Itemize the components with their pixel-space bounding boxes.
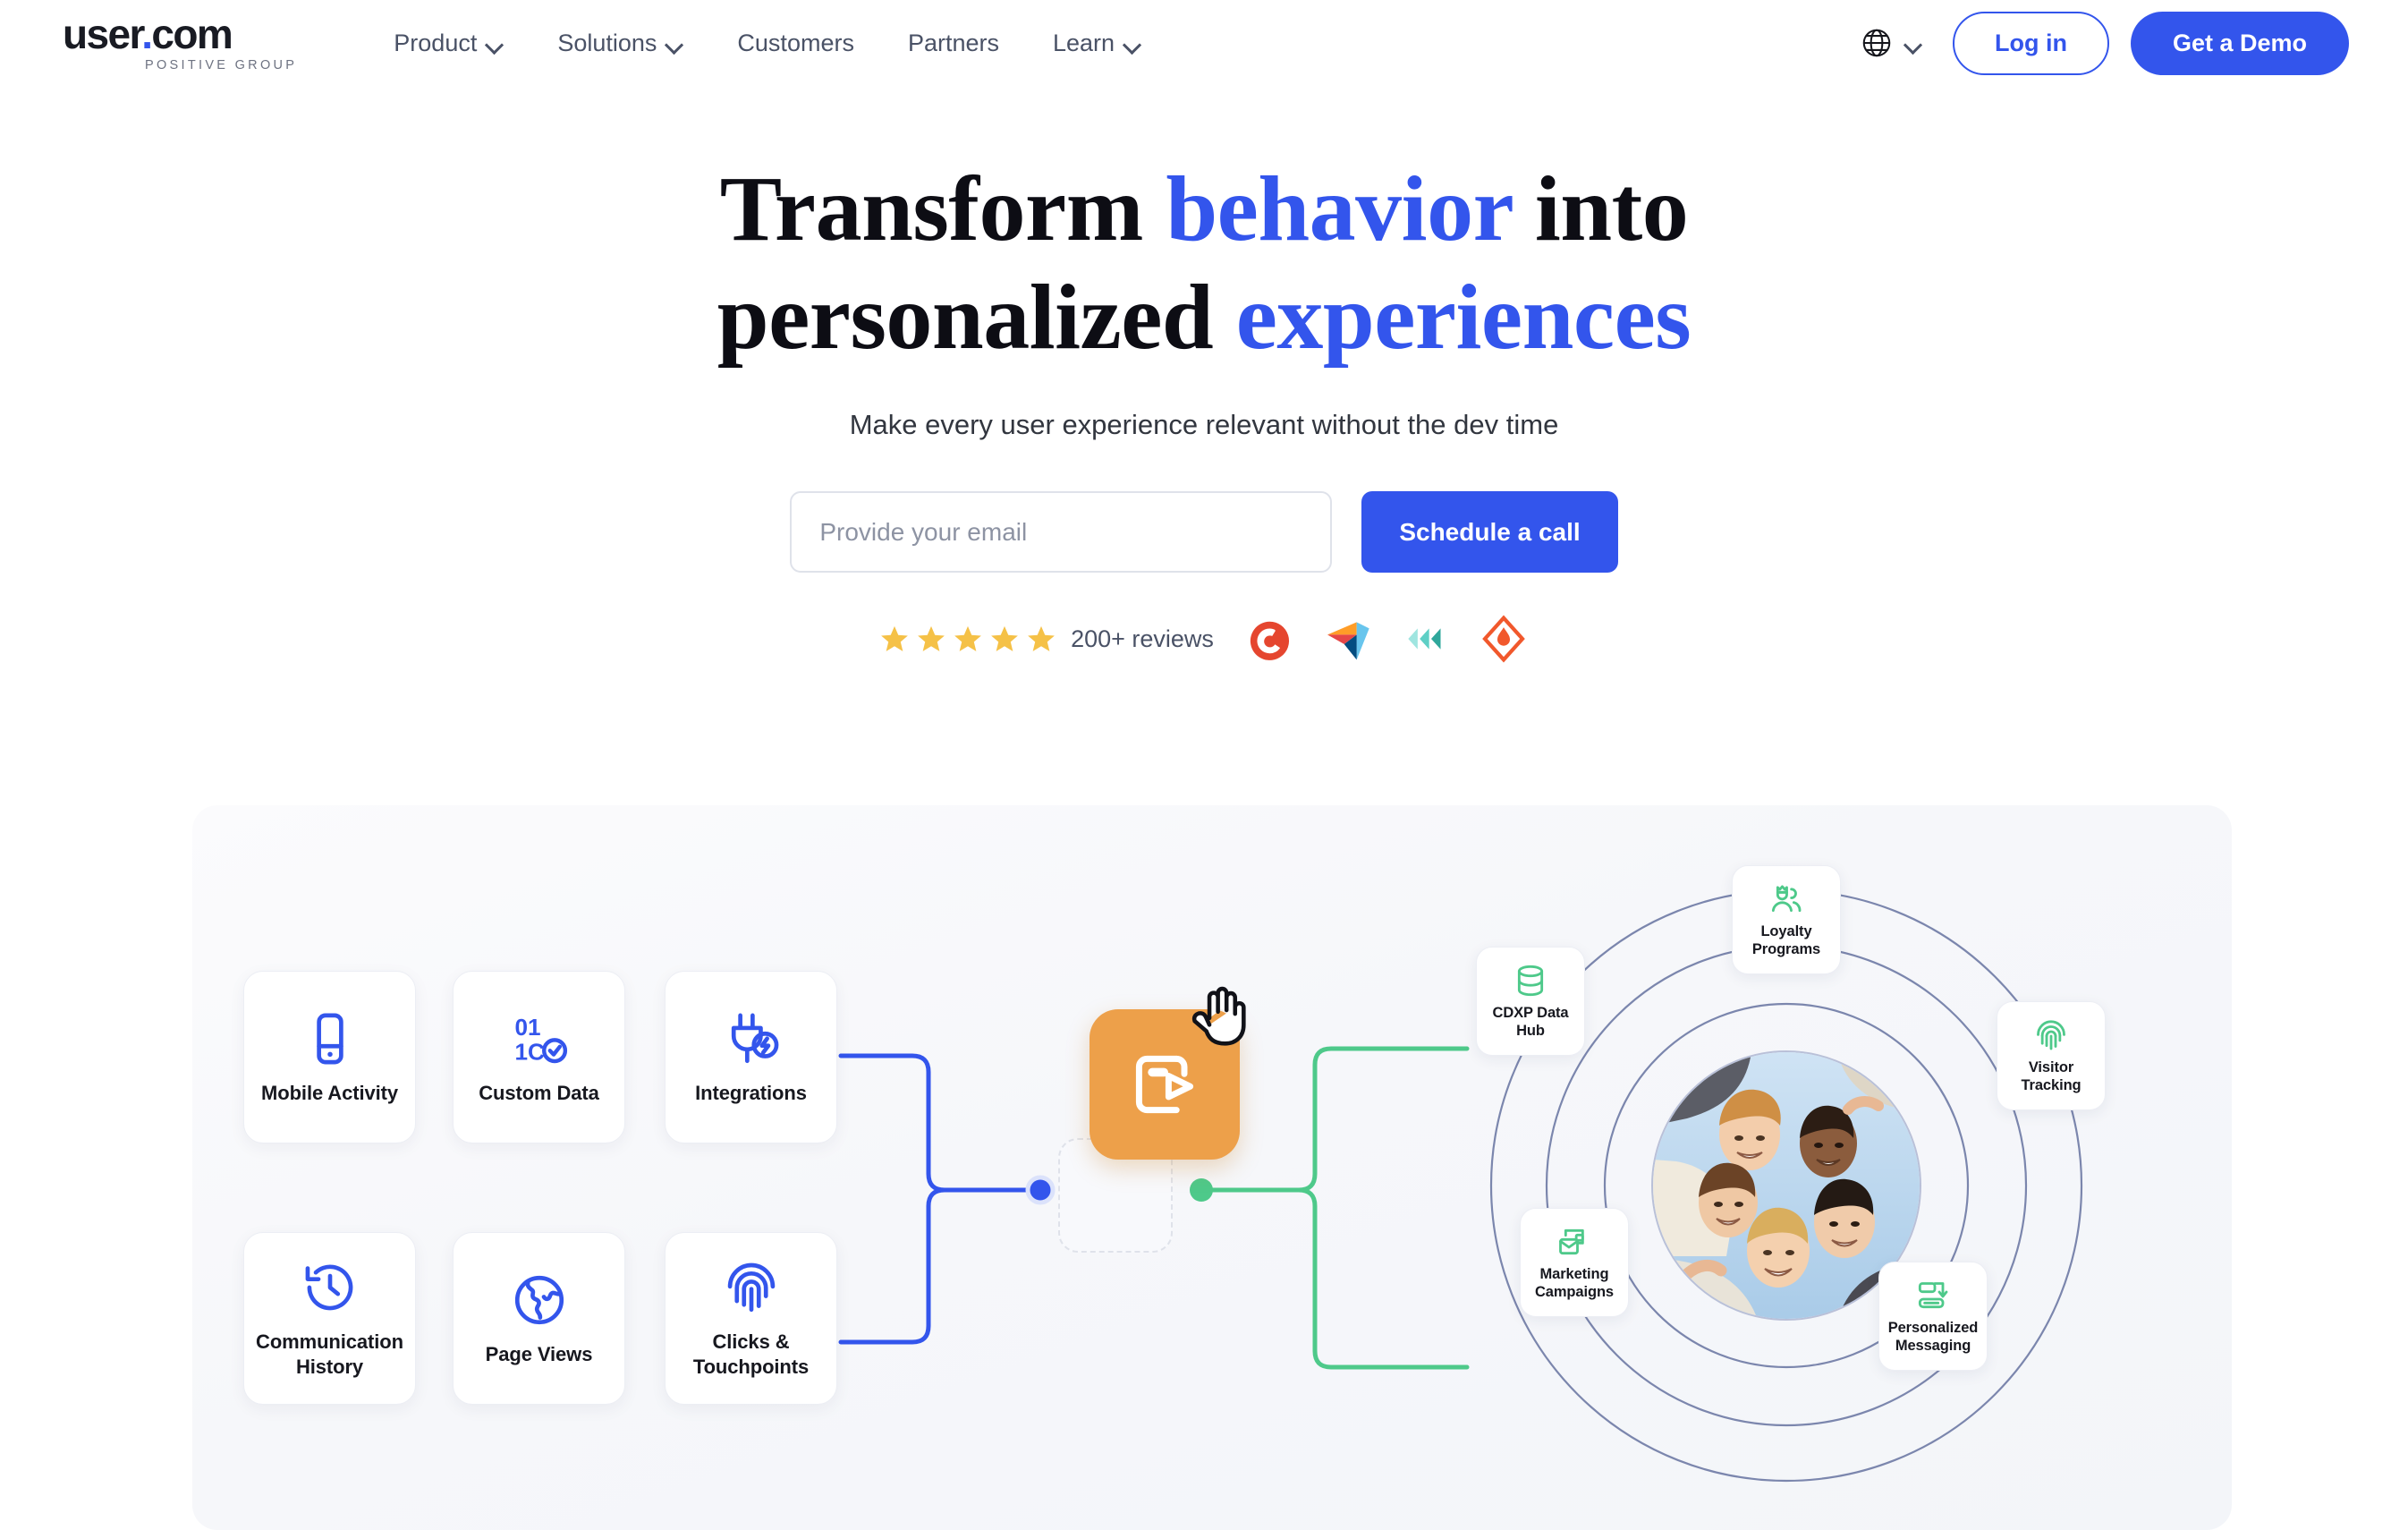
plug-bolt-icon xyxy=(731,1013,778,1064)
source-card-communication-history[interactable]: Communication History xyxy=(243,1232,416,1405)
connector-blue-bottom xyxy=(838,1187,947,1345)
connector-blue-dot xyxy=(1025,1175,1056,1205)
site-header: user.com POSITIVE GROUP Product Solution… xyxy=(0,0,2408,86)
nav-item-customers[interactable]: Customers xyxy=(710,30,881,57)
hero-subheadline: Make every user experience relevant with… xyxy=(849,409,1559,441)
logo-tagline: POSITIVE GROUP xyxy=(145,58,298,72)
fingerprint-icon xyxy=(2037,1020,2065,1050)
message-arrow-icon xyxy=(1918,1281,1948,1308)
email-input[interactable] xyxy=(790,491,1333,574)
star-icon xyxy=(881,626,908,652)
capterra-logo xyxy=(1327,622,1369,660)
orbit-card-cdxp-data-hub[interactable]: CDXP Data Hub xyxy=(1476,947,1585,1056)
nav-label: Solutions xyxy=(557,29,657,56)
globe-grid-icon xyxy=(514,1275,564,1325)
nav-item-partners[interactable]: Partners xyxy=(881,30,1026,57)
orbit-card-label: Visitor Tracking xyxy=(2021,1058,2082,1093)
getapp-logo xyxy=(1408,628,1441,650)
star-icon xyxy=(918,626,945,652)
logo-wordmark: user.com xyxy=(63,11,233,57)
orbit-card-loyalty-programs[interactable]: Loyalty Programs xyxy=(1732,865,1841,974)
site-logo[interactable]: user.com POSITIVE GROUP xyxy=(63,13,297,72)
binary-check-icon: 01 1C xyxy=(514,1014,567,1065)
reviews-count-label: 200+ reviews xyxy=(1071,625,1214,652)
svg-text:1C: 1C xyxy=(514,1038,545,1065)
pointer-hand-cursor xyxy=(1191,986,1246,1046)
page-title: Transform behavior into personalized exp… xyxy=(0,156,2408,371)
connector-green-dot xyxy=(1190,1178,1213,1202)
get-demo-button[interactable]: Get a Demo xyxy=(2130,11,2349,75)
headline-text: into xyxy=(1512,157,1689,260)
svg-text:01: 01 xyxy=(514,1014,540,1041)
orbit-card-visitor-tracking[interactable]: Visitor Tracking xyxy=(1997,1001,2106,1110)
source-card-page-views[interactable]: Page Views xyxy=(453,1232,625,1405)
envelope-cards-icon xyxy=(1559,1228,1584,1254)
logo-dot: . xyxy=(141,11,153,57)
chevron-down-icon xyxy=(1124,38,1141,48)
source-card-label: Page Views xyxy=(485,1342,593,1365)
review-platform-logos xyxy=(1242,614,1529,664)
database-icon xyxy=(1517,965,1544,996)
connector-blue-top xyxy=(838,1053,1040,1193)
schedule-call-button[interactable]: Schedule a call xyxy=(1361,491,1618,574)
connector-green-top xyxy=(1200,1046,1470,1193)
nav-label: Customers xyxy=(737,29,854,56)
orbit-card-label: Marketing Campaigns xyxy=(1534,1265,1615,1300)
loyalty-users-crown-icon xyxy=(1771,885,1802,912)
star-icon xyxy=(991,626,1018,652)
mobile-phone-icon xyxy=(316,1013,343,1065)
connector-green-bottom xyxy=(1200,1187,1470,1370)
source-card-custom-data[interactable]: 01 1C Custom Data xyxy=(453,971,625,1143)
chevron-down-icon xyxy=(666,38,683,48)
data-export-icon xyxy=(1135,1055,1194,1114)
source-card-clicks-touchpoints[interactable]: Clicks & Touchpoints xyxy=(665,1232,837,1405)
source-card-label: Custom Data xyxy=(479,1081,599,1104)
orbit-card-label: CDXP Data Hub xyxy=(1492,1004,1569,1039)
hero-signup-form: Schedule a call xyxy=(0,491,2408,574)
clock-history-icon xyxy=(305,1265,352,1311)
nav-label: Product xyxy=(394,29,478,56)
nav-item-learn[interactable]: Learn xyxy=(1026,30,1168,57)
logo-text-com: com xyxy=(151,11,233,57)
hero-section: Transform behavior into personalized exp… xyxy=(0,86,2408,664)
source-card-integrations[interactable]: Integrations xyxy=(665,971,837,1143)
main-navigation: Product Solutions Customers Partners Lea… xyxy=(367,30,1168,57)
fingerprint-icon xyxy=(727,1263,775,1313)
headline-text: Transform xyxy=(719,157,1166,260)
header-actions: Log in Get a Demo xyxy=(1860,11,2349,75)
source-card-label: Integrations xyxy=(695,1081,807,1104)
source-card-label: Communication History xyxy=(256,1330,403,1378)
source-card-label: Mobile Activity xyxy=(261,1081,398,1104)
nav-label: Learn xyxy=(1053,29,1115,56)
headline-line-1: Transform behavior into xyxy=(719,157,1689,260)
star-icon xyxy=(1028,626,1055,652)
nav-label: Partners xyxy=(907,29,999,56)
headline-highlight: experiences xyxy=(1235,265,1692,369)
language-selector[interactable] xyxy=(1860,26,1922,60)
chevron-down-icon xyxy=(1905,38,1922,48)
software-advice-logo xyxy=(1482,615,1525,663)
g2-logo xyxy=(1250,621,1289,661)
globe-icon xyxy=(1862,29,1891,57)
star-icon xyxy=(954,626,981,652)
orbit-card-label: Personalized Messaging xyxy=(1887,1319,1979,1354)
reviews-row: 200+ reviews xyxy=(0,614,2408,664)
star-rating xyxy=(879,624,1056,654)
source-card-mobile-activity[interactable]: Mobile Activity xyxy=(243,971,416,1143)
orbit-card-label: Loyalty Programs xyxy=(1751,922,1821,957)
landing-page: user.com POSITIVE GROUP Product Solution… xyxy=(0,0,2408,1530)
orbit-card-marketing-campaigns[interactable]: Marketing Campaigns xyxy=(1520,1208,1629,1317)
nav-item-solutions[interactable]: Solutions xyxy=(530,30,710,57)
headline-line-2: personalized experiences xyxy=(716,265,1692,369)
source-card-label: Clicks & Touchpoints xyxy=(692,1330,810,1378)
diagram-connectors xyxy=(838,888,2083,1483)
headline-highlight: behavior xyxy=(1166,157,1513,260)
login-button[interactable]: Log in xyxy=(1952,11,2109,75)
logo-text-user: user xyxy=(63,11,143,57)
headline-text: personalized xyxy=(716,265,1236,369)
product-diagram: Mobile Activity 01 1C Custom Data Integr… xyxy=(0,805,2408,1530)
chevron-down-icon xyxy=(487,38,504,48)
orbit-card-personalized-messaging[interactable]: Personalized Messaging xyxy=(1878,1262,1988,1371)
nav-item-product[interactable]: Product xyxy=(367,30,530,57)
